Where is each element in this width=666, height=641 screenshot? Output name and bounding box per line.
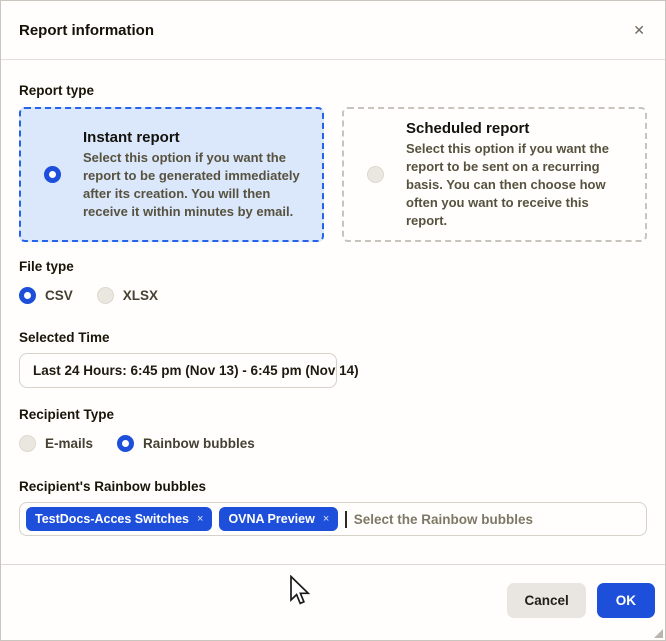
scheduled-report-title: Scheduled report <box>406 120 625 137</box>
cancel-button[interactable]: Cancel <box>507 583 585 618</box>
emails-radio[interactable] <box>19 435 36 452</box>
report-information-dialog: Report information ✕ Report type Instant… <box>0 0 666 641</box>
dialog-title: Report information <box>19 22 154 39</box>
xlsx-radio[interactable] <box>97 287 114 304</box>
chip-label: TestDocs-Acces Switches <box>35 512 189 526</box>
scheduled-report-text: Scheduled report Select this option if y… <box>406 120 631 230</box>
file-type-options: CSV XLSX <box>19 287 647 304</box>
resize-handle-icon <box>654 629 663 638</box>
csv-radio[interactable] <box>19 287 36 304</box>
selected-time-value: Last 24 Hours: 6:45 pm (Nov 13) - 6:45 p… <box>33 363 359 378</box>
report-type-label: Report type <box>19 83 647 98</box>
selected-time-label: Selected Time <box>19 330 647 345</box>
close-icon[interactable]: ✕ <box>633 23 645 37</box>
chip-label: OVNA Preview <box>228 512 314 526</box>
instant-report-radio[interactable] <box>44 166 61 183</box>
scheduled-report-card[interactable]: Scheduled report Select this option if y… <box>342 107 647 242</box>
input-placeholder: Select the Rainbow bubbles <box>354 512 533 527</box>
rainbow-bubbles-label: Rainbow bubbles <box>143 436 255 451</box>
rainbow-bubbles-select-input[interactable]: TestDocs-Acces Switches × OVNA Preview ×… <box>19 502 647 536</box>
recipient-type-option-emails[interactable]: E-mails <box>19 435 93 452</box>
rainbow-bubbles-radio[interactable] <box>117 435 134 452</box>
chip-remove-icon[interactable]: × <box>197 513 203 525</box>
recipient-type-option-rainbow-bubbles[interactable]: Rainbow bubbles <box>117 435 255 452</box>
recipient-type-options: E-mails Rainbow bubbles <box>19 435 647 452</box>
file-type-label: File type <box>19 259 647 274</box>
instant-report-text: Instant report Select this option if you… <box>83 129 308 221</box>
dialog-body: Report type Instant report Select this o… <box>1 83 665 536</box>
scheduled-report-radio-wrap <box>344 166 406 183</box>
dialog-footer: Cancel OK <box>1 564 665 640</box>
xlsx-label: XLSX <box>123 288 158 303</box>
selected-time-field[interactable]: Last 24 Hours: 6:45 pm (Nov 13) - 6:45 p… <box>19 353 337 388</box>
file-type-option-xlsx[interactable]: XLSX <box>97 287 158 304</box>
chip-testdocs-acces-switches[interactable]: TestDocs-Acces Switches × <box>26 507 212 531</box>
file-type-option-csv[interactable]: CSV <box>19 287 73 304</box>
instant-report-title: Instant report <box>83 129 302 146</box>
ok-button[interactable]: OK <box>597 583 655 618</box>
instant-report-card[interactable]: Instant report Select this option if you… <box>19 107 324 242</box>
text-caret <box>345 511 347 528</box>
report-type-cards: Instant report Select this option if you… <box>19 107 647 242</box>
emails-label: E-mails <box>45 436 93 451</box>
chip-remove-icon[interactable]: × <box>323 513 329 525</box>
recipients-label: Recipient's Rainbow bubbles <box>19 479 647 494</box>
instant-report-description: Select this option if you want the repor… <box>83 149 302 221</box>
chip-ovna-preview[interactable]: OVNA Preview × <box>219 507 338 531</box>
dialog-header: Report information ✕ <box>1 1 665 60</box>
recipient-type-label: Recipient Type <box>19 407 647 422</box>
instant-report-radio-wrap <box>21 166 83 183</box>
csv-label: CSV <box>45 288 73 303</box>
scheduled-report-description: Select this option if you want the repor… <box>406 140 625 230</box>
scheduled-report-radio[interactable] <box>367 166 384 183</box>
